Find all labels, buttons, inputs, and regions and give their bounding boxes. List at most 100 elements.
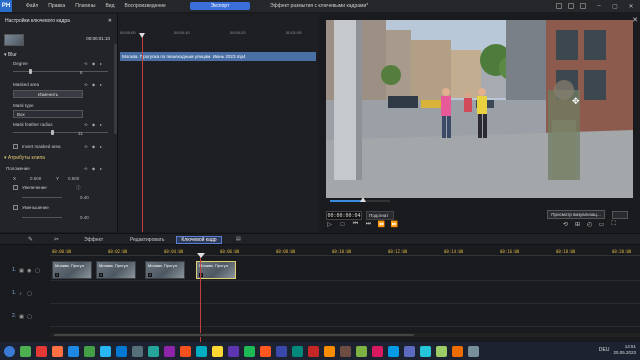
keyframe-ruler[interactable]: 00:00:00 00:00:10 00:00:20 00:01:05 <box>118 28 318 37</box>
clock[interactable]: 14:51 20.05.2023 <box>613 344 636 356</box>
mask-feather-slider[interactable] <box>13 132 108 133</box>
lock-icon[interactable]: ▢ <box>27 291 32 297</box>
change-mask-button[interactable]: Изменить <box>13 90 83 98</box>
taskbar-app-icon[interactable] <box>244 345 255 357</box>
next-keyframe-icon[interactable]: ▸ <box>100 61 104 66</box>
y-value-input[interactable]: 0.500 <box>68 176 79 181</box>
reset-icon[interactable]: ⟲ <box>84 82 88 87</box>
taskbar-app-icon[interactable] <box>340 345 351 357</box>
info-icon[interactable]: ⓘ <box>76 185 81 191</box>
snapshot-icon[interactable]: ◴ <box>586 221 593 228</box>
taskbar-app-icon[interactable] <box>52 345 63 357</box>
play-icon[interactable]: ▷ <box>326 221 333 228</box>
taskbar-app-icon[interactable] <box>116 345 127 357</box>
minimize-icon[interactable]: – <box>594 2 604 10</box>
menu-edit[interactable]: Правка <box>48 3 65 9</box>
taskbar-app-icon[interactable] <box>180 345 191 357</box>
menu-view[interactable]: Вид <box>105 3 114 9</box>
timeline-scrollbar[interactable] <box>50 333 640 337</box>
taskbar-app-icon[interactable] <box>196 345 207 357</box>
taskbar-app-icon[interactable] <box>372 345 383 357</box>
invert-mask-checkbox[interactable] <box>13 144 18 149</box>
add-keyframe-icon[interactable]: ◆ <box>92 166 96 171</box>
stop-icon[interactable]: □ <box>339 221 346 228</box>
lock-icon[interactable]: ▢ <box>27 314 32 320</box>
maximize-icon[interactable]: ▢ <box>610 2 620 10</box>
mask-type-select[interactable]: Box <box>13 110 83 118</box>
preview-close-icon[interactable]: ✕ <box>632 16 638 24</box>
timeline-clip[interactable]: Москва. Прогул i <box>145 261 185 279</box>
settings-icon[interactable] <box>568 3 574 9</box>
close-window-icon[interactable]: ✕ <box>626 2 636 10</box>
timeline-ruler[interactable]: 00:00:00 00:02:00 00:04:00 00:06:00 00:0… <box>50 247 640 256</box>
blur-group-title[interactable]: ▾ Blur <box>4 52 17 58</box>
taskbar-app-icon[interactable] <box>68 345 79 357</box>
lock-icon[interactable]: ▢ <box>35 268 40 274</box>
shrink-checkbox[interactable] <box>13 205 18 210</box>
reset-icon[interactable]: ⟲ <box>84 166 88 171</box>
mask-feather-slider-knob[interactable] <box>51 130 55 135</box>
reset-icon[interactable]: ⟲ <box>84 144 88 149</box>
keyframe-playhead-handle[interactable] <box>139 33 145 38</box>
tab-edit[interactable]: Редактировать <box>126 236 169 244</box>
taskbar-app-icon[interactable] <box>356 345 367 357</box>
taskbar-app-icon[interactable] <box>100 345 111 357</box>
taskbar-app-icon[interactable] <box>436 345 447 357</box>
taskbar-app-icon[interactable] <box>388 345 399 357</box>
tab-keyframe[interactable]: Ключевой кадр <box>176 236 222 244</box>
taskbar-app-icon[interactable] <box>20 345 31 357</box>
taskbar-app-icon[interactable] <box>404 345 415 357</box>
scale-slider[interactable] <box>22 197 62 198</box>
x-value-input[interactable]: 0.500 <box>30 176 41 181</box>
fit-select[interactable]: Подогнат <box>366 211 394 220</box>
taskbar-app-icon[interactable] <box>148 345 159 357</box>
timeline-clip[interactable]: Москва. Прогул i <box>96 261 136 279</box>
taskbar-app-icon[interactable] <box>36 345 47 357</box>
degree-slider[interactable] <box>13 71 108 72</box>
keyframe-clip-bar[interactable]: Москва. Прогулка по пешеходным улицам. И… <box>120 52 316 61</box>
taskbar-app-icon[interactable] <box>452 345 463 357</box>
grid-icon[interactable]: ⊞ <box>574 221 581 228</box>
export-button[interactable]: Экспорт <box>190 2 250 10</box>
help-icon[interactable] <box>580 3 586 9</box>
preview-timecode[interactable]: 00:00:00:04 <box>326 211 362 220</box>
taskbar-app-icon[interactable] <box>420 345 431 357</box>
loop-icon[interactable]: ⟲ <box>562 221 569 228</box>
timeline-playhead-handle[interactable] <box>196 253 205 258</box>
taskbar-app-icon[interactable] <box>260 345 271 357</box>
next-keyframe-icon[interactable]: ▸ <box>100 144 104 149</box>
taskbar-app-icon[interactable] <box>468 345 479 357</box>
taskbar-app-icon[interactable] <box>276 345 287 357</box>
pen-icon[interactable]: ✎ <box>28 236 33 243</box>
fast-forward-icon[interactable]: ⏩ <box>391 221 398 228</box>
timeline-playhead[interactable] <box>200 256 201 342</box>
panel-scrollbar[interactable] <box>114 44 117 134</box>
reset-icon[interactable]: ⟲ <box>84 122 88 127</box>
taskbar-app-icon[interactable] <box>164 345 175 357</box>
eye-icon[interactable]: ◉ <box>27 268 32 274</box>
display-icon[interactable]: ▭ <box>598 221 605 228</box>
tab-effect[interactable]: Эффект <box>80 236 107 244</box>
taskbar-app-icon[interactable] <box>292 345 303 357</box>
shrink-slider[interactable] <box>22 217 62 218</box>
degree-slider-knob[interactable] <box>28 69 32 74</box>
next-keyframe-icon[interactable]: ▸ <box>100 82 104 87</box>
add-keyframe-icon[interactable]: ◆ <box>92 61 96 66</box>
render-preview-button[interactable]: Просмотр визуализац... <box>547 210 605 219</box>
add-keyframe-icon[interactable]: ◆ <box>92 144 96 149</box>
rewind-icon[interactable]: ⏪ <box>378 221 385 228</box>
add-keyframe-icon[interactable]: ◆ <box>92 82 96 87</box>
account-icon[interactable] <box>556 3 562 9</box>
aspect-select[interactable] <box>612 211 628 219</box>
language-indicator[interactable]: DEU <box>599 347 610 353</box>
scale-checkbox[interactable] <box>13 185 18 190</box>
taskbar-app-icon[interactable] <box>228 345 239 357</box>
taskbar-app-icon[interactable] <box>308 345 319 357</box>
menu-playback[interactable]: Воспроизведение <box>125 3 166 9</box>
taskbar-app-icon[interactable] <box>84 345 95 357</box>
add-keyframe-icon[interactable]: ◆ <box>92 122 96 127</box>
next-keyframe-icon[interactable]: ▸ <box>100 166 104 171</box>
fullscreen-icon[interactable]: ⛶ <box>610 221 617 228</box>
taskbar-app-icon[interactable] <box>4 345 15 357</box>
taskbar-app-icon[interactable] <box>132 345 143 357</box>
